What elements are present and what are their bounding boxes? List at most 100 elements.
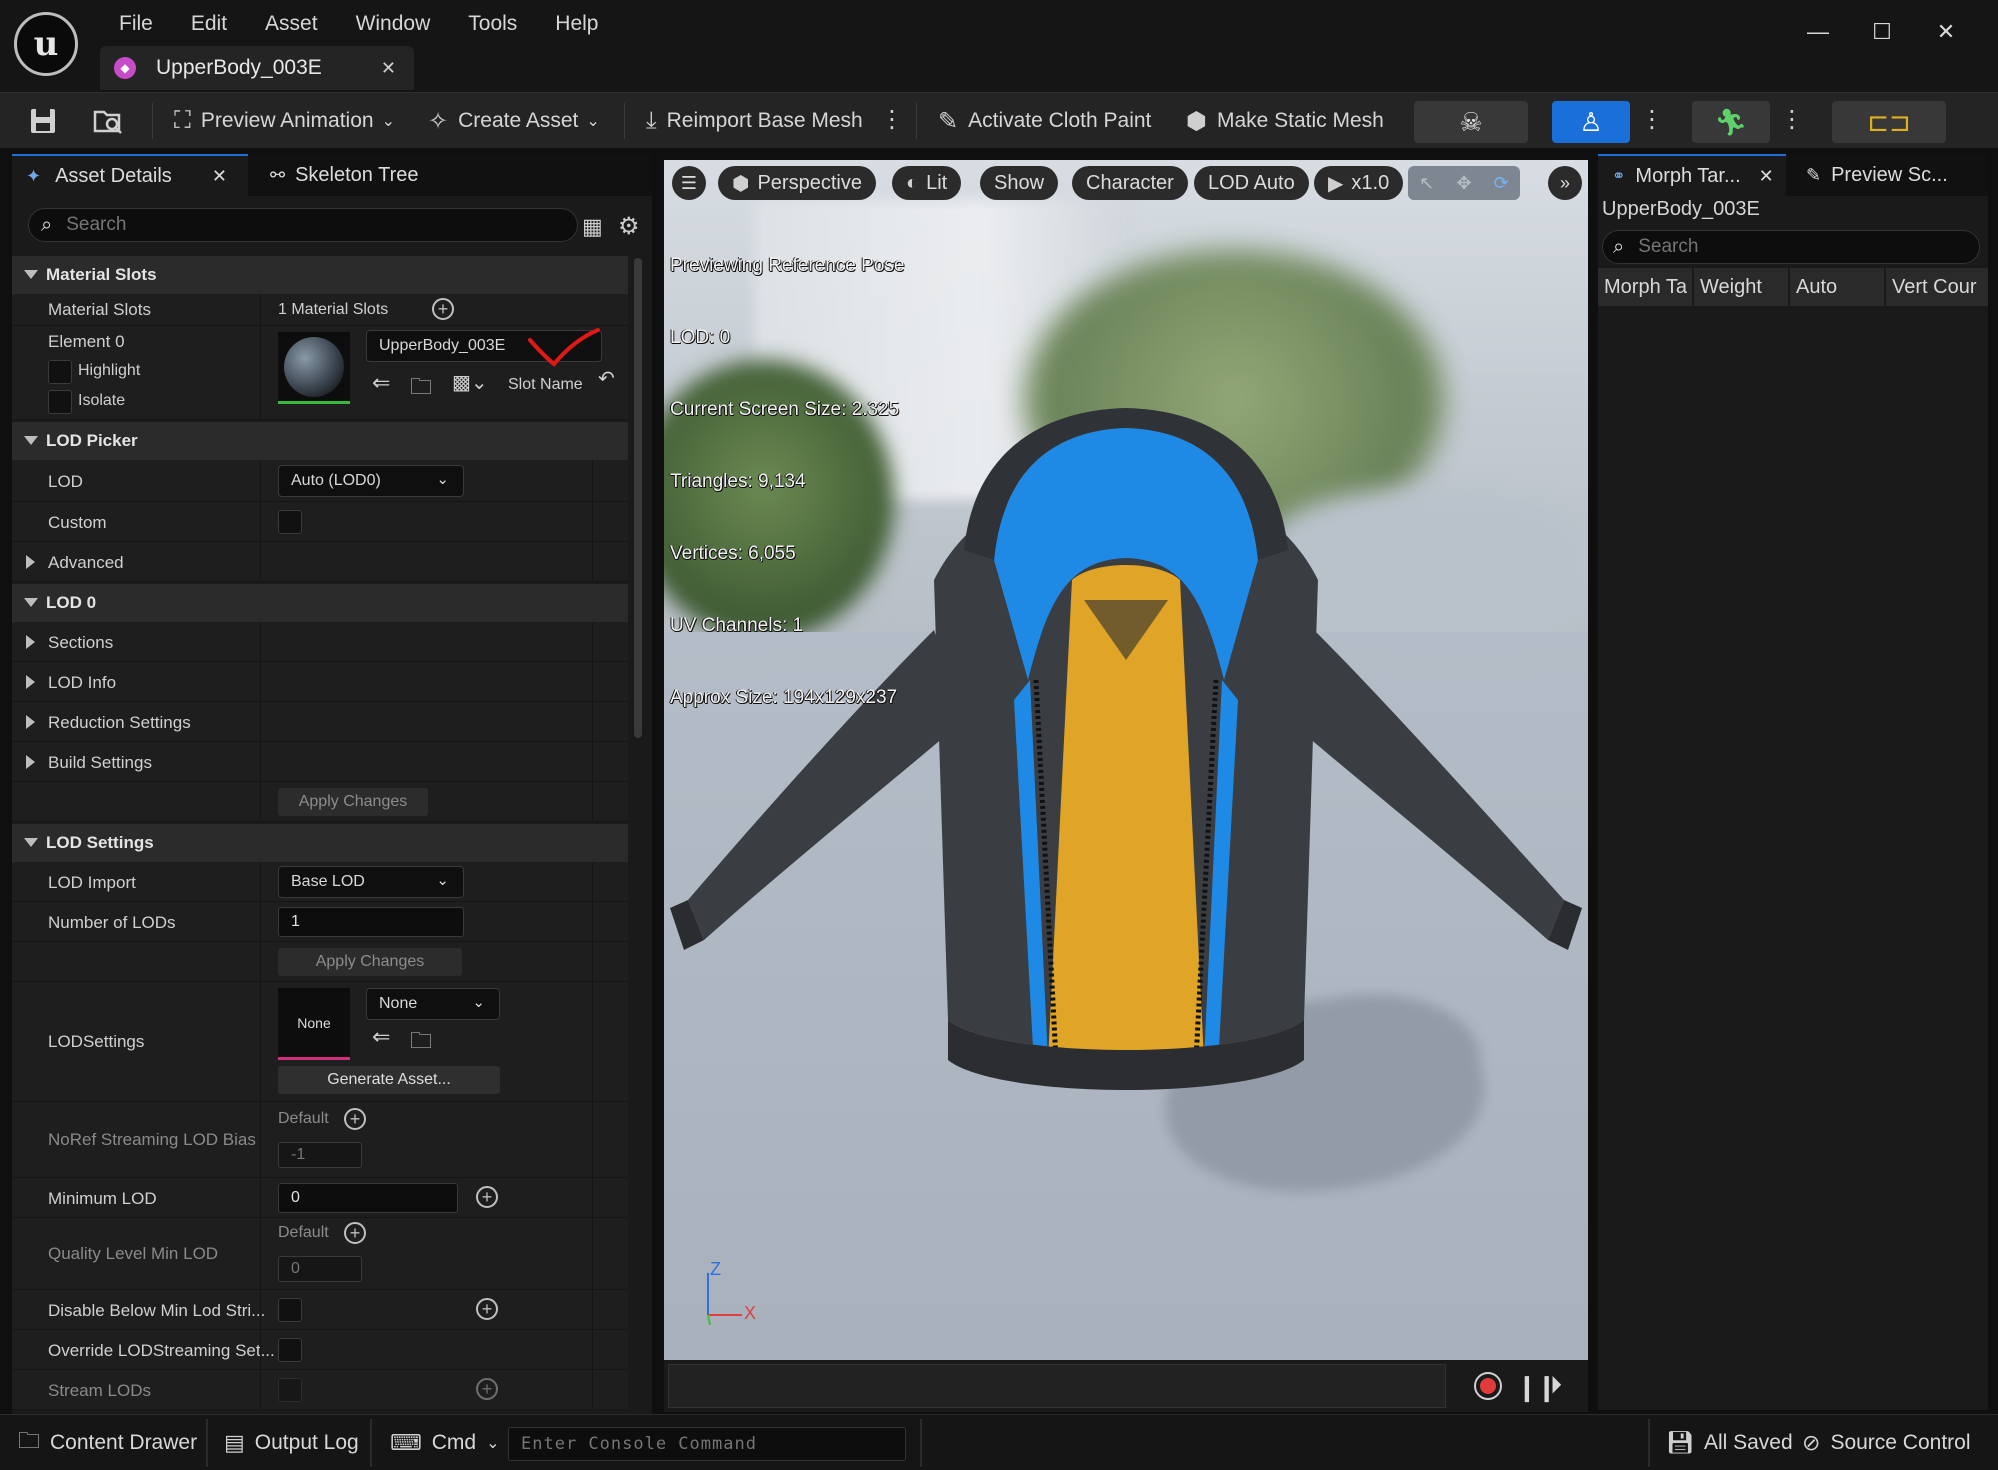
tab-skeleton-tree[interactable]: ⚯ Skeleton Tree <box>256 154 456 196</box>
tab-preview-scene[interactable]: ✎ Preview Sc... <box>1792 154 1988 196</box>
viewport-menu-button[interactable]: ☰ <box>672 166 706 200</box>
preview-viewport[interactable]: ☰ ⬢ Perspective ◐ Lit Show Character LOD… <box>664 160 1588 1360</box>
tab-morph-targets[interactable]: ⚭ Morph Tar... ✕ <box>1598 154 1786 196</box>
add-material-slot-icon[interactable]: + <box>432 298 454 320</box>
mesh-mode-button[interactable]: ♙ <box>1552 101 1630 143</box>
row-build-settings[interactable]: Build Settings <box>12 742 628 782</box>
category-lod-0[interactable]: LOD 0 <box>12 584 628 622</box>
create-asset-button[interactable]: ✧ Create Asset ⌄ <box>428 101 600 141</box>
custom-checkbox[interactable] <box>278 510 302 534</box>
add-override-icon[interactable]: + <box>476 1298 498 1320</box>
preview-animation-button[interactable]: ⛶ Preview Animation ⌄ <box>174 101 395 141</box>
content-drawer-button[interactable]: 🗀︎ Content Drawer <box>18 1415 197 1470</box>
lod-import-dropdown[interactable]: Base LOD ⌄ <box>278 866 464 898</box>
lodsettings-asset-dropdown[interactable]: None ⌄ <box>366 988 500 1020</box>
reimport-options-icon[interactable]: ⋮ <box>880 105 904 134</box>
close-window-button[interactable]: ✕ <box>1914 12 1978 52</box>
noref-streaming-input[interactable]: -1 <box>278 1142 362 1168</box>
number-of-lods-input[interactable]: 1 <box>278 907 464 937</box>
use-selected-asset-icon[interactable]: ⇐ <box>372 1024 390 1050</box>
menu-help[interactable]: Help <box>536 8 617 40</box>
material-options-icon[interactable]: ▩⌄ <box>452 370 488 395</box>
lodsettings-thumbnail[interactable]: None <box>278 988 350 1060</box>
close-tab-icon[interactable]: ✕ <box>1759 166 1774 187</box>
morph-search-input[interactable] <box>1638 236 1959 258</box>
save-button[interactable] <box>28 101 58 141</box>
reset-to-default-icon[interactable]: ↶ <box>598 366 615 391</box>
browse-asset-icon[interactable]: 🗀︎ <box>410 370 432 408</box>
row-advanced[interactable]: Advanced <box>12 542 628 582</box>
gear-icon[interactable]: ⚙ <box>618 212 640 241</box>
character-button[interactable]: Character <box>1072 166 1188 200</box>
category-lod-picker[interactable]: LOD Picker <box>12 422 628 460</box>
quality-level-input[interactable]: 0 <box>278 1256 362 1282</box>
maximize-button[interactable]: ☐ <box>1850 12 1914 52</box>
category-lod-settings[interactable]: LOD Settings <box>12 824 628 862</box>
isolate-checkbox[interactable] <box>48 390 72 414</box>
mesh-options-icon[interactable]: ⋮ <box>1640 105 1664 134</box>
minimize-button[interactable]: — <box>1786 12 1850 52</box>
reimport-base-mesh-button[interactable]: ⤓ Reimport Base Mesh <box>646 101 863 141</box>
skeleton-mode-button[interactable]: ☠ <box>1414 101 1528 143</box>
row-sections[interactable]: Sections <box>12 622 628 662</box>
show-button[interactable]: Show <box>980 166 1059 200</box>
browse-asset-icon[interactable]: 🗀︎ <box>410 1024 432 1062</box>
column-morph-target[interactable]: Morph Ta <box>1598 268 1694 306</box>
menu-asset[interactable]: Asset <box>246 8 337 40</box>
cmd-dropdown[interactable]: ⌨ Cmd ⌄ <box>390 1415 500 1470</box>
record-button[interactable] <box>1474 1372 1502 1400</box>
row-reduction-settings[interactable]: Reduction Settings <box>12 702 628 742</box>
perspective-button[interactable]: ⬢ Perspective <box>718 166 876 200</box>
console-command-input[interactable] <box>509 1428 905 1460</box>
override-lod-streaming-checkbox[interactable] <box>278 1338 302 1362</box>
add-override-icon[interactable]: + <box>476 1378 498 1400</box>
close-tab-icon[interactable]: ✕ <box>212 166 227 187</box>
add-override-icon[interactable]: + <box>344 1108 366 1130</box>
lod-dropdown[interactable]: Auto (LOD0) ⌄ <box>278 465 464 497</box>
column-auto[interactable]: Auto <box>1790 268 1886 306</box>
timeline-track[interactable] <box>668 1364 1446 1408</box>
column-weight[interactable]: Weight <box>1694 268 1790 306</box>
menu-edit[interactable]: Edit <box>172 8 246 40</box>
add-override-icon[interactable]: + <box>476 1186 498 1208</box>
make-static-mesh-button[interactable]: ⬢ Make Static Mesh <box>1186 101 1384 141</box>
rotate-tool-icon[interactable]: ⟳ <box>1494 173 1509 194</box>
table-view-icon[interactable]: ▦ <box>582 214 603 240</box>
viewport-overflow-button[interactable]: » <box>1548 166 1582 200</box>
lit-button[interactable]: ◐ Lit <box>892 166 962 200</box>
all-saved-button[interactable]: 💾︎ All Saved <box>1666 1415 1793 1470</box>
category-material-slots[interactable]: Material Slots <box>12 256 628 294</box>
output-log-button[interactable]: ▤ Output Log <box>224 1415 359 1470</box>
activate-cloth-paint-button[interactable]: ✎ Activate Cloth Paint <box>938 101 1151 141</box>
details-scrollbar[interactable] <box>634 258 642 738</box>
menu-window[interactable]: Window <box>337 8 450 40</box>
add-override-icon[interactable]: + <box>344 1222 366 1244</box>
minimum-lod-input[interactable]: 0 <box>278 1183 458 1213</box>
lod0-apply-changes-button[interactable]: Apply Changes <box>278 788 428 816</box>
material-thumbnail[interactable] <box>278 332 350 404</box>
tab-asset-details[interactable]: ✦ Asset Details ✕ <box>12 154 248 196</box>
column-vert-count[interactable]: Vert Cour <box>1886 268 1988 306</box>
stream-lods-checkbox[interactable] <box>278 1378 302 1402</box>
blueprint-mode-button[interactable]: ⊏⊐ <box>1832 101 1946 143</box>
disable-below-min-lod-checkbox[interactable] <box>278 1298 302 1322</box>
details-search-input[interactable] <box>66 214 527 236</box>
playback-speed-button[interactable]: ▶ x1.0 <box>1314 166 1404 200</box>
select-tool-icon[interactable]: ↖ <box>1419 173 1434 194</box>
source-control-button[interactable]: ⊘ Source Control <box>1802 1415 1971 1470</box>
row-lod-info[interactable]: LOD Info <box>12 662 628 702</box>
highlight-checkbox[interactable] <box>48 360 72 384</box>
move-tool-icon[interactable]: ✥ <box>1456 173 1471 194</box>
close-tab-icon[interactable]: ✕ <box>381 58 396 79</box>
document-tab[interactable]: ◆ UpperBody_003E ✕ <box>100 46 414 90</box>
animation-options-icon[interactable]: ⋮ <box>1780 105 1804 134</box>
generate-asset-button[interactable]: Generate Asset... <box>278 1066 500 1094</box>
lod-settings-apply-changes-button[interactable]: Apply Changes <box>278 948 462 976</box>
step-forward-button[interactable]: ⏵︎ <box>1550 1372 1562 1400</box>
unreal-logo[interactable]: u <box>14 12 78 76</box>
menu-tools[interactable]: Tools <box>449 8 536 40</box>
menu-file[interactable]: File <box>100 8 172 40</box>
animation-mode-button[interactable]: 🏃︎ <box>1692 101 1770 143</box>
browse-button[interactable] <box>92 101 124 141</box>
use-selected-asset-icon[interactable]: ⇐ <box>372 370 390 396</box>
